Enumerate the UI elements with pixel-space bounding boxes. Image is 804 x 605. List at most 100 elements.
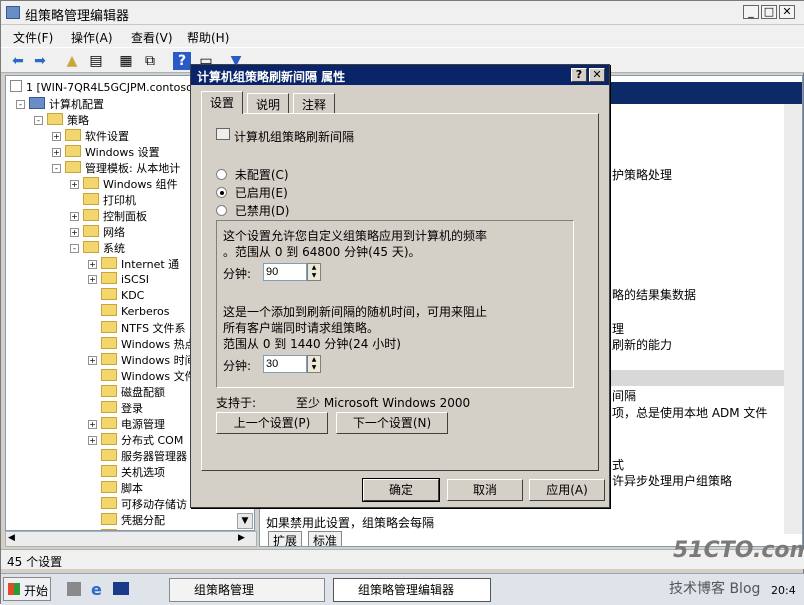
tree-item[interactable]: + 分布式 COM <box>88 432 183 448</box>
back-icon[interactable]: ⬅ <box>9 52 27 70</box>
tree-item[interactable]: 关机选项 <box>88 464 165 480</box>
taskbar-gpmc[interactable]: 组策略管理 <box>169 578 325 602</box>
cancel-button[interactable]: 取消 <box>447 479 523 501</box>
tree-item[interactable]: - 管理模板: 从本地计 <box>52 160 180 176</box>
close-button[interactable]: ✕ <box>779 5 795 19</box>
tab-settings[interactable]: 设置 <box>201 91 244 114</box>
dialog-help-button[interactable]: ? <box>571 68 587 82</box>
tree-item[interactable]: 服务器管理器 <box>88 448 187 464</box>
menu-view[interactable]: 查看(V) <box>131 29 173 46</box>
forward-icon[interactable]: ➡ <box>31 52 49 70</box>
tree-item[interactable]: Kerberos <box>88 304 169 320</box>
taskbar-gp-editor[interactable]: 组策略管理编辑器 <box>333 578 491 602</box>
tree-item[interactable]: Windows 文件 <box>88 368 196 384</box>
expand-icon[interactable]: + <box>52 132 61 141</box>
next-setting-button[interactable]: 下一个设置(N) <box>336 412 448 434</box>
tab-explain[interactable]: 说明 <box>247 93 290 113</box>
scroll-right-icon[interactable]: ▶ <box>238 533 245 543</box>
tree-item[interactable]: 磁盘配额 <box>88 384 165 400</box>
refresh-minutes-input[interactable] <box>263 263 307 281</box>
menu-action[interactable]: 操作(A) <box>71 29 113 46</box>
server-manager-icon[interactable] <box>67 582 81 596</box>
tree-item[interactable]: + Internet 通 <box>88 256 179 272</box>
show-tree-icon[interactable]: ▤ <box>87 52 105 70</box>
expand-icon[interactable]: + <box>70 228 79 237</box>
export-list-icon[interactable]: ▦ <box>117 52 135 70</box>
expand-icon[interactable]: + <box>52 148 61 157</box>
expand-icon[interactable]: + <box>88 420 97 429</box>
tree-item[interactable]: + Windows 设置 <box>52 144 160 160</box>
list-item[interactable]: 间隔 <box>612 387 636 404</box>
tree-item[interactable]: KDC <box>88 288 144 304</box>
menu-file[interactable]: 文件(F) <box>13 29 53 46</box>
selected-row[interactable] <box>600 370 784 386</box>
menu-help[interactable]: 帮助(H) <box>187 29 229 46</box>
list-item[interactable]: 刷新的能力 <box>612 336 672 353</box>
radio-circle[interactable] <box>216 205 227 216</box>
tab-standard[interactable]: 标准 <box>308 531 343 546</box>
properties-icon[interactable]: ⧉ <box>141 52 159 70</box>
collapse-icon[interactable]: - <box>16 100 25 109</box>
refresh-minutes-spinner[interactable]: ▲ ▼ <box>307 263 321 281</box>
list-scrollbar[interactable] <box>784 104 802 534</box>
tree-root[interactable]: 1 [WIN-7QR4L5GCJPM.contoso. <box>10 80 196 96</box>
collapse-icon[interactable]: - <box>52 164 61 173</box>
tree-scroll-down-button[interactable]: ▼ <box>237 513 253 529</box>
tree-item[interactable]: 打印机 <box>70 192 136 208</box>
dialog-close-button[interactable]: ✕ <box>589 68 605 82</box>
tree-item[interactable]: + Windows 组件 <box>70 176 178 192</box>
tree-item[interactable]: + Windows 时间 <box>88 352 196 368</box>
start-button[interactable]: 开始 <box>3 577 51 601</box>
tree-item[interactable]: 登录 <box>88 400 143 416</box>
radio-circle[interactable] <box>216 169 227 180</box>
list-item[interactable]: 护策略处理 <box>612 166 672 183</box>
tree-item[interactable]: Windows 热点 <box>88 336 196 352</box>
tree-item-label: 管理模板: 从本地计 <box>85 162 181 175</box>
expand-icon[interactable]: + <box>88 356 97 365</box>
tree-horizontal-scrollbar[interactable]: ◀ ▶ <box>5 531 257 547</box>
list-item[interactable]: 许异步处理用户组策略 <box>612 472 732 489</box>
ie-icon[interactable]: e <box>91 580 102 599</box>
radio-circle[interactable] <box>216 187 227 198</box>
list-item[interactable]: 式 <box>612 456 624 473</box>
expand-icon[interactable]: + <box>70 212 79 221</box>
expand-icon[interactable]: + <box>88 275 97 284</box>
offset-minutes-input[interactable] <box>263 355 307 373</box>
expand-icon[interactable]: + <box>88 436 97 445</box>
radio-enabled[interactable]: 已启用(E) <box>216 184 288 201</box>
cmd-icon[interactable] <box>113 582 129 595</box>
tree-item[interactable]: - 系统 <box>70 240 125 256</box>
scroll-left-icon[interactable]: ◀ <box>8 533 15 543</box>
up-folder-icon[interactable]: ▲ <box>63 52 81 70</box>
maximize-button[interactable]: □ <box>761 5 777 19</box>
tab-comment[interactable]: 注释 <box>293 93 336 113</box>
tree-item[interactable]: + 软件设置 <box>52 128 129 144</box>
previous-setting-button[interactable]: 上一个设置(P) <box>216 412 328 434</box>
tree-item[interactable]: + 电源管理 <box>88 416 165 432</box>
expand-icon[interactable]: + <box>88 260 97 269</box>
radio-disabled[interactable]: 已禁用(D) <box>216 202 289 219</box>
collapse-icon[interactable]: - <box>34 116 43 125</box>
radio-not-configured[interactable]: 未配置(C) <box>216 166 289 183</box>
tree-item[interactable]: 脚本 <box>88 480 143 496</box>
tree-item[interactable]: - 计算机配置 <box>16 96 104 112</box>
tree-item[interactable]: NTFS 文件系 <box>88 320 186 336</box>
ok-button[interactable]: 确定 <box>362 478 440 502</box>
tree-item[interactable]: 凭据分配 <box>88 512 165 528</box>
tree-item[interactable]: + 网络 <box>70 224 125 240</box>
tree-item[interactable]: + iSCSI <box>88 272 149 288</box>
collapse-icon[interactable]: - <box>70 244 79 253</box>
help-icon[interactable]: ? <box>173 52 191 70</box>
tab-extended[interactable]: 扩展 <box>268 531 303 546</box>
tree-item[interactable]: 可移动存储访 <box>88 496 187 512</box>
list-item[interactable]: 理 <box>612 320 624 337</box>
offset-minutes-spinner[interactable]: ▲ ▼ <box>307 355 321 373</box>
list-item[interactable]: 略的结果集数据 <box>612 286 696 303</box>
minimize-button[interactable]: _ <box>743 5 759 19</box>
tree-item[interactable]: - 策略 <box>34 112 89 128</box>
tree-item[interactable]: + 控制面板 <box>70 208 147 224</box>
expand-icon[interactable]: + <box>70 180 79 189</box>
folder-icon <box>101 385 117 397</box>
apply-button[interactable]: 应用(A) <box>529 479 605 501</box>
list-item[interactable]: 项，总是使用本地 ADM 文件 <box>612 404 767 421</box>
